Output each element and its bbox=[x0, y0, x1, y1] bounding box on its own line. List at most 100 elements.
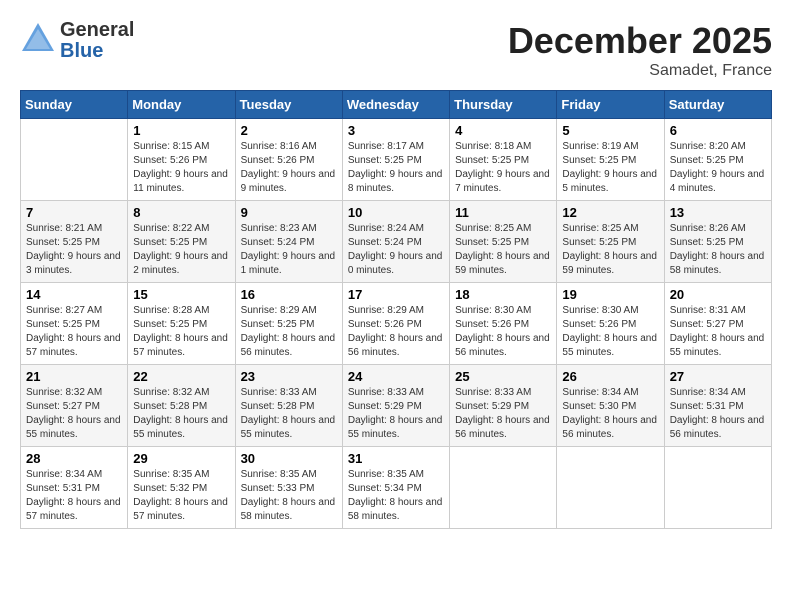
day-cell: 15 Sunrise: 8:28 AM Sunset: 5:25 PM Dayli… bbox=[128, 283, 235, 365]
day-number: 29 bbox=[133, 451, 229, 466]
calendar-table: SundayMondayTuesdayWednesdayThursdayFrid… bbox=[20, 90, 772, 529]
day-info: Sunrise: 8:34 AM Sunset: 5:31 PM Dayligh… bbox=[26, 468, 122, 524]
week-row-5: 28 Sunrise: 8:34 AM Sunset: 5:31 PM Dayli… bbox=[21, 447, 772, 529]
day-cell: 12 Sunrise: 8:25 AM Sunset: 5:25 PM Dayli… bbox=[557, 201, 664, 283]
day-info: Sunrise: 8:35 AM Sunset: 5:32 PM Dayligh… bbox=[133, 468, 229, 524]
logo: General Blue bbox=[20, 20, 134, 62]
day-number: 19 bbox=[562, 287, 658, 302]
day-number: 22 bbox=[133, 369, 229, 384]
logo-icon bbox=[20, 21, 56, 62]
day-number: 24 bbox=[348, 369, 444, 384]
day-info: Sunrise: 8:32 AM Sunset: 5:28 PM Dayligh… bbox=[133, 386, 229, 442]
day-number: 15 bbox=[133, 287, 229, 302]
day-header-sunday: Sunday bbox=[21, 91, 128, 119]
day-info: Sunrise: 8:25 AM Sunset: 5:25 PM Dayligh… bbox=[562, 222, 658, 278]
day-header-wednesday: Wednesday bbox=[342, 91, 449, 119]
week-row-2: 7Sunrise: 8:21 AM Sunset: 5:25 PM Daylig… bbox=[21, 201, 772, 283]
logo-words: General Blue bbox=[60, 20, 134, 62]
day-number: 21 bbox=[26, 369, 122, 384]
day-cell: 8 Sunrise: 8:22 AM Sunset: 5:25 PM Daylig… bbox=[128, 201, 235, 283]
day-info: Sunrise: 8:33 AM Sunset: 5:29 PM Dayligh… bbox=[455, 386, 551, 442]
day-cell: 24 Sunrise: 8:33 AM Sunset: 5:29 PM Dayli… bbox=[342, 365, 449, 447]
day-info: Sunrise: 8:35 AM Sunset: 5:33 PM Dayligh… bbox=[241, 468, 337, 524]
day-number: 26 bbox=[562, 369, 658, 384]
day-number: 20 bbox=[670, 287, 766, 302]
day-cell: 17 Sunrise: 8:29 AM Sunset: 5:26 PM Dayli… bbox=[342, 283, 449, 365]
day-info: Sunrise: 8:27 AM Sunset: 5:25 PM Dayligh… bbox=[26, 304, 122, 360]
day-cell: 4 Sunrise: 8:18 AM Sunset: 5:25 PM Daylig… bbox=[450, 119, 557, 201]
day-info: Sunrise: 8:28 AM Sunset: 5:25 PM Dayligh… bbox=[133, 304, 229, 360]
day-cell: 29 Sunrise: 8:35 AM Sunset: 5:32 PM Dayli… bbox=[128, 447, 235, 529]
week-row-1: 1Sunrise: 8:15 AM Sunset: 5:26 PM Daylig… bbox=[21, 119, 772, 201]
day-cell: 25 Sunrise: 8:33 AM Sunset: 5:29 PM Dayli… bbox=[450, 365, 557, 447]
day-cell: 5 Sunrise: 8:19 AM Sunset: 5:25 PM Daylig… bbox=[557, 119, 664, 201]
day-info: Sunrise: 8:15 AM Sunset: 5:26 PM Dayligh… bbox=[133, 140, 229, 196]
logo-blue-text: Blue bbox=[60, 41, 134, 62]
day-cell: 27Sunrise: 8:34 AM Sunset: 5:31 PM Dayli… bbox=[664, 365, 771, 447]
day-cell: 16 Sunrise: 8:29 AM Sunset: 5:25 PM Dayli… bbox=[235, 283, 342, 365]
day-number: 5 bbox=[562, 123, 658, 138]
day-number: 18 bbox=[455, 287, 551, 302]
day-number: 16 bbox=[241, 287, 337, 302]
day-info: Sunrise: 8:29 AM Sunset: 5:25 PM Dayligh… bbox=[241, 304, 337, 360]
day-header-monday: Monday bbox=[128, 91, 235, 119]
day-info: Sunrise: 8:23 AM Sunset: 5:24 PM Dayligh… bbox=[241, 222, 337, 278]
day-cell: 1Sunrise: 8:15 AM Sunset: 5:26 PM Daylig… bbox=[128, 119, 235, 201]
day-number: 28 bbox=[26, 451, 122, 466]
day-info: Sunrise: 8:22 AM Sunset: 5:25 PM Dayligh… bbox=[133, 222, 229, 278]
day-cell: 30Sunrise: 8:35 AM Sunset: 5:33 PM Dayli… bbox=[235, 447, 342, 529]
day-number: 17 bbox=[348, 287, 444, 302]
day-number: 4 bbox=[455, 123, 551, 138]
day-info: Sunrise: 8:33 AM Sunset: 5:28 PM Dayligh… bbox=[241, 386, 337, 442]
day-info: Sunrise: 8:31 AM Sunset: 5:27 PM Dayligh… bbox=[670, 304, 766, 360]
day-info: Sunrise: 8:17 AM Sunset: 5:25 PM Dayligh… bbox=[348, 140, 444, 196]
day-header-saturday: Saturday bbox=[664, 91, 771, 119]
day-number: 27 bbox=[670, 369, 766, 384]
day-number: 9 bbox=[241, 205, 337, 220]
day-cell: 19Sunrise: 8:30 AM Sunset: 5:26 PM Dayli… bbox=[557, 283, 664, 365]
week-row-3: 14 Sunrise: 8:27 AM Sunset: 5:25 PM Dayli… bbox=[21, 283, 772, 365]
day-number: 25 bbox=[455, 369, 551, 384]
day-cell: 7Sunrise: 8:21 AM Sunset: 5:25 PM Daylig… bbox=[21, 201, 128, 283]
day-number: 14 bbox=[26, 287, 122, 302]
day-cell: 11Sunrise: 8:25 AM Sunset: 5:25 PM Dayli… bbox=[450, 201, 557, 283]
title-block: December 2025 Samadet, France bbox=[508, 20, 772, 80]
day-cell: 28 Sunrise: 8:34 AM Sunset: 5:31 PM Dayli… bbox=[21, 447, 128, 529]
day-cell bbox=[664, 447, 771, 529]
day-number: 8 bbox=[133, 205, 229, 220]
day-cell: 18Sunrise: 8:30 AM Sunset: 5:26 PM Dayli… bbox=[450, 283, 557, 365]
day-cell: 31 Sunrise: 8:35 AM Sunset: 5:34 PM Dayli… bbox=[342, 447, 449, 529]
day-info: Sunrise: 8:16 AM Sunset: 5:26 PM Dayligh… bbox=[241, 140, 337, 196]
day-info: Sunrise: 8:35 AM Sunset: 5:34 PM Dayligh… bbox=[348, 468, 444, 524]
day-info: Sunrise: 8:19 AM Sunset: 5:25 PM Dayligh… bbox=[562, 140, 658, 196]
day-cell: 22 Sunrise: 8:32 AM Sunset: 5:28 PM Dayli… bbox=[128, 365, 235, 447]
day-header-thursday: Thursday bbox=[450, 91, 557, 119]
day-info: Sunrise: 8:32 AM Sunset: 5:27 PM Dayligh… bbox=[26, 386, 122, 442]
day-cell: 26Sunrise: 8:34 AM Sunset: 5:30 PM Dayli… bbox=[557, 365, 664, 447]
day-number: 11 bbox=[455, 205, 551, 220]
day-cell bbox=[450, 447, 557, 529]
day-number: 2 bbox=[241, 123, 337, 138]
day-cell: 10Sunrise: 8:24 AM Sunset: 5:24 PM Dayli… bbox=[342, 201, 449, 283]
day-cell: 2 Sunrise: 8:16 AM Sunset: 5:26 PM Daylig… bbox=[235, 119, 342, 201]
day-info: Sunrise: 8:29 AM Sunset: 5:26 PM Dayligh… bbox=[348, 304, 444, 360]
day-cell: 6 Sunrise: 8:20 AM Sunset: 5:25 PM Daylig… bbox=[664, 119, 771, 201]
day-info: Sunrise: 8:20 AM Sunset: 5:25 PM Dayligh… bbox=[670, 140, 766, 196]
day-number: 6 bbox=[670, 123, 766, 138]
day-header-friday: Friday bbox=[557, 91, 664, 119]
month-title: December 2025 bbox=[508, 20, 772, 62]
day-cell: 23 Sunrise: 8:33 AM Sunset: 5:28 PM Dayli… bbox=[235, 365, 342, 447]
day-cell: 20 Sunrise: 8:31 AM Sunset: 5:27 PM Dayli… bbox=[664, 283, 771, 365]
subtitle: Samadet, France bbox=[508, 62, 772, 80]
header: General Blue December 2025 Samadet, Fran… bbox=[20, 20, 772, 80]
logo-general-text: General bbox=[60, 20, 134, 41]
day-info: Sunrise: 8:33 AM Sunset: 5:29 PM Dayligh… bbox=[348, 386, 444, 442]
day-number: 23 bbox=[241, 369, 337, 384]
day-cell: 9 Sunrise: 8:23 AM Sunset: 5:24 PM Daylig… bbox=[235, 201, 342, 283]
day-info: Sunrise: 8:18 AM Sunset: 5:25 PM Dayligh… bbox=[455, 140, 551, 196]
day-header-tuesday: Tuesday bbox=[235, 91, 342, 119]
days-header-row: SundayMondayTuesdayWednesdayThursdayFrid… bbox=[21, 91, 772, 119]
day-number: 12 bbox=[562, 205, 658, 220]
day-cell bbox=[21, 119, 128, 201]
day-number: 31 bbox=[348, 451, 444, 466]
